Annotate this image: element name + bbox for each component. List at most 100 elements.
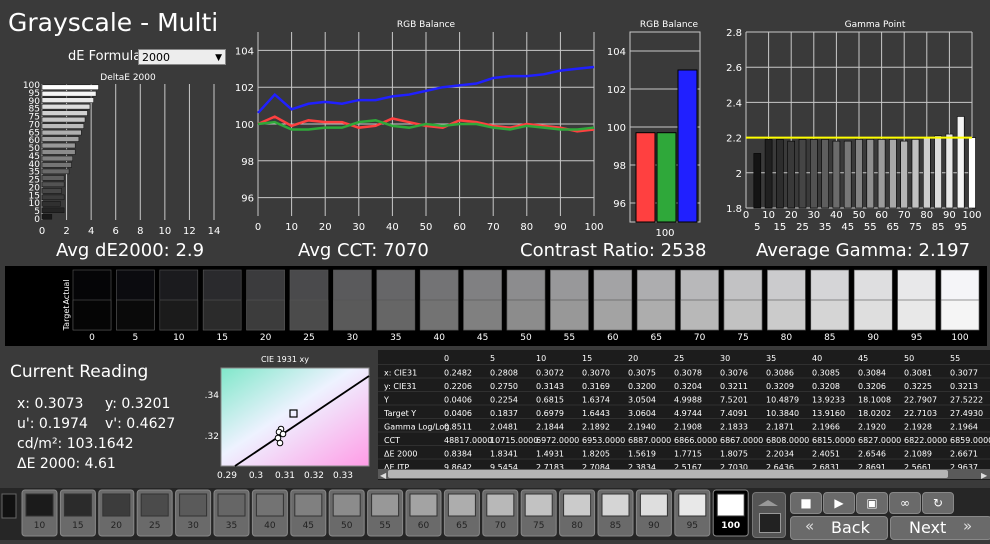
- bottom-swatch-button[interactable]: 60: [405, 489, 442, 537]
- table-column-header: 30: [720, 354, 730, 363]
- deltae-x-tick: 10: [158, 226, 171, 237]
- table-cell: 0.1837: [490, 409, 518, 418]
- deltae-bar: [41, 194, 65, 201]
- back-button[interactable]: « Back: [790, 516, 888, 540]
- table-cell: 0.3213: [950, 382, 978, 391]
- grayscale-swatch-strip: Actual Target 0 5 10 15 20 25 30 35 40 45 50 55 60 65 70…: [5, 266, 987, 346]
- rgb-line-y-tick: 104: [235, 46, 254, 57]
- gamma-x-tick-secondary: 35: [819, 222, 832, 233]
- bottom-swatch-button[interactable]: 80: [559, 489, 596, 537]
- rgb-line-x-tick: 90: [554, 222, 567, 233]
- gamma-bar: [934, 135, 942, 209]
- table-cell: 6972.0000: [536, 436, 579, 445]
- bottom-swatch-button[interactable]: 45: [290, 489, 327, 537]
- bottom-swatch-button[interactable]: 35: [213, 489, 250, 537]
- cie-xy-diagram: CIE 1931 xy 0.29 0.3 0.31 0.32 0.33 0.34 0.32: [205, 355, 370, 481]
- gamma-x-tick-secondary: 5: [754, 222, 760, 233]
- bottom-swatch-button[interactable]: 50: [328, 489, 365, 537]
- bottom-swatch-button[interactable]: 100: [712, 489, 749, 537]
- swatch-label: 85: [824, 333, 835, 343]
- target-swatch: [463, 299, 502, 331]
- table-cell: 0.3085: [812, 369, 840, 378]
- page-title: Grayscale - Multi: [8, 8, 219, 37]
- reading-luminance: cd/m²: 103.1642: [17, 436, 134, 452]
- rgb-line-x-tick: 0: [255, 222, 261, 233]
- gamma-x-tick-secondary: 85: [932, 222, 945, 233]
- target-swatch: [333, 299, 372, 331]
- bottom-swatch-button[interactable]: 90: [635, 489, 672, 537]
- save-button[interactable]: ▣: [856, 492, 888, 514]
- deltae-bar: [41, 201, 61, 207]
- bottom-swatch-button[interactable]: 20: [98, 489, 135, 537]
- table-cell: 22.7103: [904, 409, 937, 418]
- table-cell: 2.1966: [812, 423, 840, 432]
- play-button[interactable]: ▶: [823, 492, 855, 514]
- bottom-swatch-button[interactable]: 40: [251, 489, 288, 537]
- stop-button[interactable]: ■: [790, 492, 822, 514]
- avg-gamma-readout: Average Gamma: 2.197: [756, 240, 971, 261]
- rgb-bar-y-tick: 100: [607, 123, 626, 134]
- table-cell: 6859.0000: [950, 436, 990, 445]
- window-icon: [759, 513, 781, 533]
- chevron-down-icon: ▼: [215, 53, 222, 63]
- rgb-line-title: RGB Balance: [397, 20, 456, 30]
- deltae-x-tick: 6: [113, 226, 119, 237]
- bottom-swatch-label: 15: [72, 521, 83, 531]
- deltae-bar: [41, 188, 62, 194]
- bottom-swatch-button[interactable]: 85: [597, 489, 634, 537]
- bottom-swatch-color: [255, 493, 284, 517]
- target-swatch: [289, 299, 329, 331]
- cie-title: CIE 1931 xy: [261, 355, 309, 364]
- cie-y-tick: 0.34: [205, 391, 219, 401]
- stimulus-window-button[interactable]: [752, 492, 786, 538]
- bottom-swatch-button[interactable]: 25: [136, 489, 173, 537]
- bottom-swatch-button[interactable]: 70: [482, 489, 519, 537]
- refresh-icon: ↻: [932, 496, 944, 510]
- target-swatch: [202, 299, 242, 331]
- bottom-swatch-color: [524, 493, 553, 517]
- bottom-swatch-color: [332, 493, 361, 517]
- measurement-table[interactable]: 05101520253035404550556065x: CIE310.2482…: [378, 350, 990, 480]
- next-button[interactable]: Next »: [890, 516, 990, 540]
- rgb-bar-y-tick: 96: [613, 199, 626, 210]
- bottom-swatch-button[interactable]: 10: [21, 489, 58, 537]
- target-row-label: Target: [62, 306, 71, 332]
- gamma-x-tick: 90: [943, 210, 956, 221]
- measurement-point: [276, 439, 284, 447]
- table-column-header: 50: [904, 354, 914, 363]
- target-swatch: [246, 299, 285, 331]
- table-cell: 1.8205: [582, 450, 610, 459]
- table-cell: 13.9233: [812, 396, 845, 405]
- bottom-swatch-button[interactable]: 55: [367, 489, 404, 537]
- gamma-bar: [889, 139, 897, 209]
- rgb-bar-title: RGB Balance: [640, 20, 699, 30]
- target-swatch: [897, 299, 936, 331]
- refresh-button[interactable]: ↻: [922, 492, 954, 514]
- table-cell: 6866.0000: [674, 436, 717, 445]
- bottom-swatch-label: 75: [533, 521, 544, 531]
- bottom-swatch-label: 90: [648, 521, 660, 531]
- bottom-swatch-button[interactable]: 65: [443, 489, 480, 537]
- bottom-swatch-button[interactable]: 95: [674, 489, 711, 537]
- de-formula-select[interactable]: 2000 ▼: [138, 49, 226, 65]
- swatch-label: 90: [867, 333, 879, 343]
- table-cell: 2.1940: [628, 423, 656, 432]
- rgb-line-y-tick: 96: [241, 194, 254, 205]
- rgb-bar-x-tick: 100: [655, 228, 674, 239]
- table-cell: 2.1908: [674, 423, 702, 432]
- deltae-bar: [41, 91, 97, 97]
- gamma-point-chart: Gamma Point 1.8 2 2.2 2.4 2.6 2.8 0 10 20 30 40 50 60…: [726, 20, 981, 233]
- deltae-bar: [41, 175, 65, 181]
- rgb-line-x-tick: 40: [386, 222, 399, 233]
- bottom-swatch-button[interactable]: 15: [59, 489, 96, 537]
- rgb-line-x-tick: 20: [319, 222, 332, 233]
- deltae-bar: [41, 181, 65, 188]
- table-cell: 2.0481: [490, 423, 518, 432]
- table-cell: 0.3169: [582, 382, 610, 391]
- bottom-swatch-button[interactable]: 75: [520, 489, 557, 537]
- table-row-label: ΔE 2000: [384, 450, 417, 459]
- table-cell: 1.7715: [674, 450, 702, 459]
- bottom-swatch-button[interactable]: 30: [175, 489, 212, 537]
- deltae-chart-title: DeltaE 2000: [100, 73, 156, 83]
- loop-button[interactable]: ∞: [889, 492, 921, 514]
